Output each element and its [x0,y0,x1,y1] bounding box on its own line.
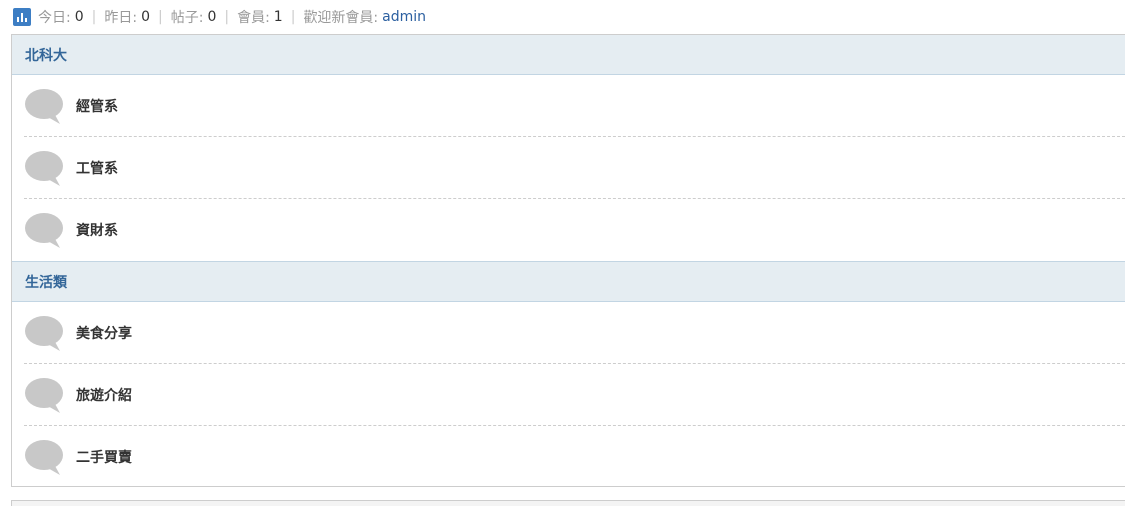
speech-bubble-icon[interactable] [24,213,64,249]
category-title[interactable]: 生活類 [25,272,67,292]
speech-bubble-icon[interactable] [24,151,64,187]
next-section-edge [11,500,1125,506]
stat-members: 會員: 1 [237,9,283,26]
stat-posts-value: 0 [207,9,217,25]
forum-stats-bar: 今日: 0 | 昨日: 0 | 帖子: 0 | 會員: 1 | 歡迎新會員: a… [13,6,426,28]
forum-link[interactable]: 經管系 [76,96,118,116]
category-header[interactable]: 北科大 [12,35,1125,75]
forum-link[interactable]: 資財系 [76,220,118,240]
stat-separator: | [290,9,296,25]
forum-list: 北科大 經管系 工管系 資財系 生活類 美食分享 旅遊介紹 二手買賣 [11,34,1125,487]
forum-row[interactable]: 二手買賣 [12,426,1125,488]
stat-yesterday-value: 0 [141,9,150,25]
forum-row[interactable]: 工管系 [12,137,1125,199]
stat-welcome: 歡迎新會員: admin [303,9,427,26]
forum-link[interactable]: 旅遊介紹 [76,385,132,405]
speech-bubble-icon[interactable] [24,378,64,414]
forum-link[interactable]: 美食分享 [76,323,132,343]
stat-today-value: 0 [74,9,84,25]
forum-link[interactable]: 工管系 [76,158,118,178]
stat-separator: | [224,9,230,25]
forum-row[interactable]: 資財系 [12,199,1125,261]
category-header[interactable]: 生活類 [12,261,1125,302]
forum-row[interactable]: 旅遊介紹 [12,364,1125,426]
stat-yesterday: 昨日: 0 [104,9,150,26]
speech-bubble-icon[interactable] [24,316,64,352]
forum-row[interactable]: 美食分享 [12,302,1125,364]
bar-chart-icon [13,8,31,26]
stat-separator: | [91,9,97,25]
speech-bubble-icon[interactable] [24,89,64,125]
stat-today: 今日: 0 [38,9,84,26]
forum-link[interactable]: 二手買賣 [76,447,132,467]
stat-members-value: 1 [273,9,283,25]
newest-member-link[interactable]: admin [382,9,426,25]
category-title[interactable]: 北科大 [25,45,67,65]
forum-row[interactable]: 經管系 [12,75,1125,137]
stat-separator: | [158,9,163,25]
speech-bubble-icon[interactable] [24,440,64,476]
stat-posts: 帖子: 0 [170,9,217,26]
